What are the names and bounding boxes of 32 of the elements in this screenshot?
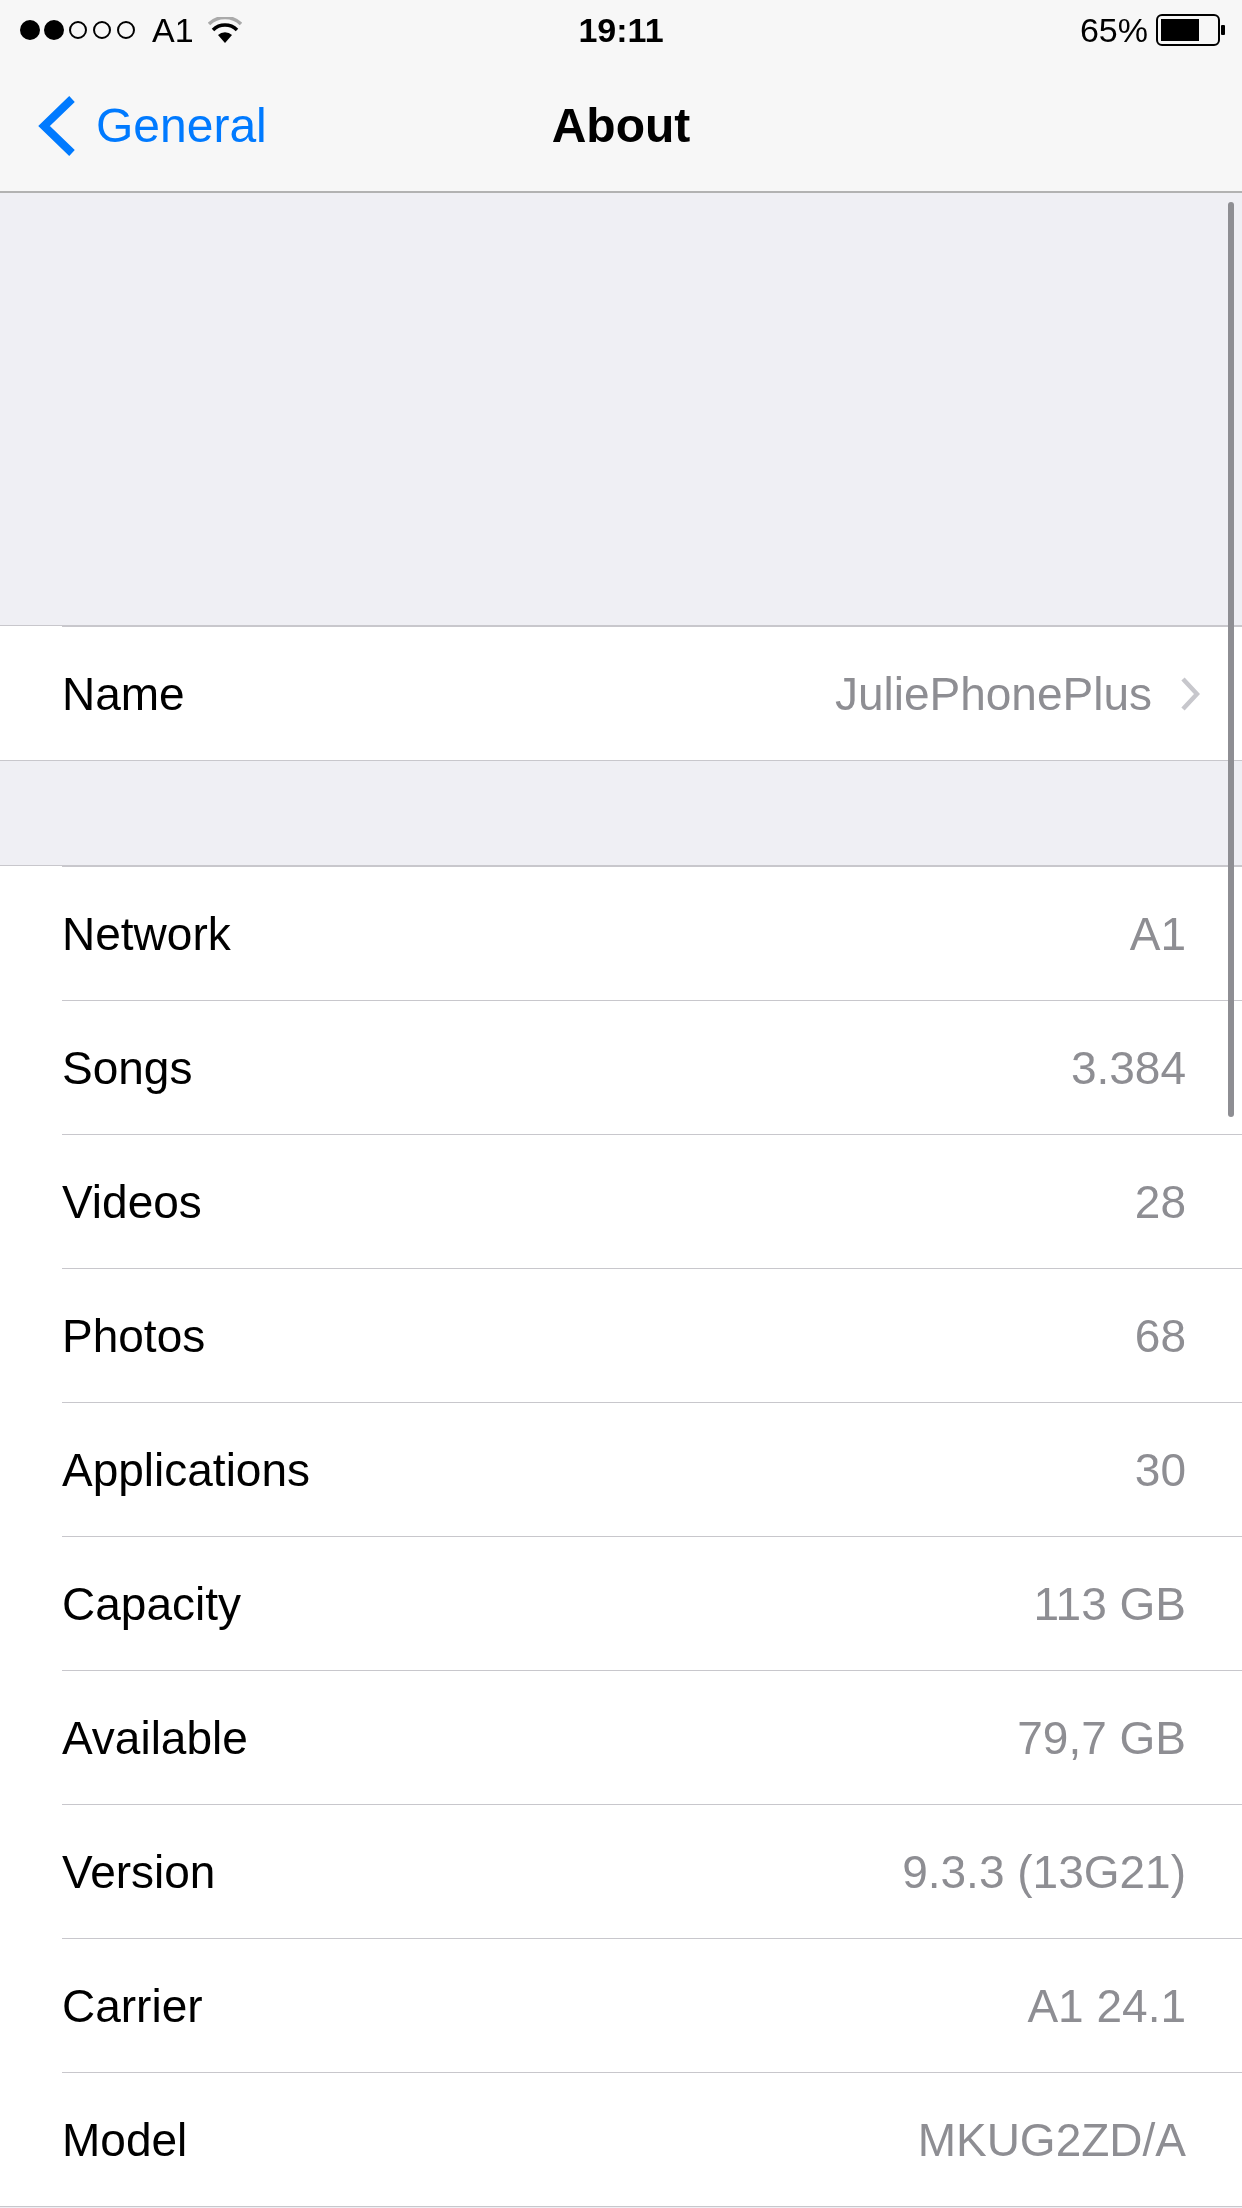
back-chevron-icon [36, 94, 76, 157]
row-value: 28 [1134, 1174, 1186, 1229]
wifi-icon [207, 17, 242, 43]
row-label: Name [62, 666, 185, 721]
page-title: About [551, 99, 691, 152]
row-value: MKUG2ZD/A [917, 2112, 1186, 2167]
clock-time: 19:11 [578, 10, 664, 49]
row-label: Songs [62, 1040, 193, 1095]
carrier-name: A1 [152, 10, 194, 50]
row-value: 30 [1134, 1442, 1186, 1497]
row-label: Model [62, 2112, 188, 2167]
row-label: Available [62, 1710, 248, 1765]
back-button[interactable]: General [0, 94, 267, 157]
row-value: 113 GB [1033, 1576, 1186, 1631]
row-value: 68 [1134, 1308, 1186, 1363]
row-value: A1 24.1 [1027, 1978, 1186, 2033]
row-label: Videos [62, 1174, 202, 1229]
row-label: Network [62, 906, 231, 961]
signal-icon [20, 20, 138, 40]
chevron-icon [1180, 675, 1200, 712]
row-label: Carrier [62, 1978, 203, 2033]
row-value: JuliePhonePlus [834, 666, 1152, 721]
battery-percentage: 65% [1079, 10, 1148, 50]
row-value: 3.384 [1070, 1040, 1186, 1095]
row-label: Applications [62, 1442, 311, 1497]
row-label: Version [62, 1844, 216, 1899]
row-label: Capacity [62, 1576, 241, 1631]
row-value: 9.3.3 (13G21) [902, 1844, 1186, 1899]
row-label: Photos [62, 1308, 206, 1363]
row-value: A1 [1129, 906, 1186, 961]
row-value: 79,7 GB [1017, 1710, 1186, 1765]
battery-icon [1156, 14, 1226, 46]
